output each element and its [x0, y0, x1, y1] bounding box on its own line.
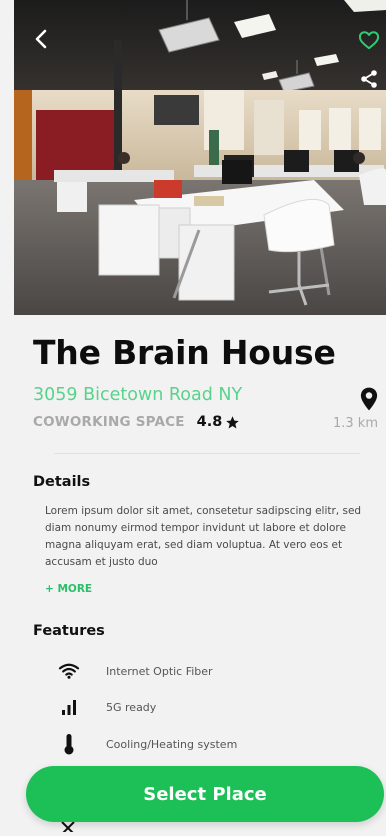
- place-meta: COWORKING SPACE 4.8: [33, 414, 240, 430]
- favorite-button[interactable]: [357, 28, 381, 52]
- chevron-left-icon: [35, 29, 47, 49]
- star-icon: [225, 415, 240, 430]
- place-distance: 1.3 km: [333, 416, 378, 431]
- more-link[interactable]: + MORE: [45, 583, 92, 595]
- divider: [54, 453, 360, 454]
- feature-item: Internet Optic Fiber: [56, 659, 213, 683]
- heart-icon: [358, 31, 380, 50]
- office-photo: [14, 0, 386, 315]
- place-rating: 4.8: [196, 414, 223, 430]
- share-icon: [361, 70, 377, 88]
- details-text: Lorem ipsum dolor sit amet, consetetur s…: [45, 505, 362, 568]
- select-place-button[interactable]: Select Place: [26, 766, 384, 822]
- place-address: 3059 Bicetown Road NY: [33, 385, 243, 405]
- place-category: COWORKING SPACE: [33, 414, 185, 430]
- feature-label: Cooling/Heating system: [106, 737, 238, 751]
- features-heading: Features: [33, 623, 105, 639]
- place-title: The Brain House: [33, 333, 336, 372]
- share-button[interactable]: [358, 68, 380, 90]
- feature-item: 5G ready: [56, 695, 156, 719]
- signal-bars-icon: [56, 695, 82, 719]
- feature-label: Internet Optic Fiber: [106, 664, 213, 678]
- hero-photo: [14, 0, 386, 315]
- feature-item: Cooling/Heating system: [56, 732, 237, 756]
- details-heading: Details: [33, 474, 91, 490]
- thermometer-icon: [56, 732, 82, 756]
- wifi-icon: [56, 659, 82, 683]
- location-pin-icon[interactable]: [356, 386, 382, 412]
- feature-label: 5G ready: [106, 700, 157, 714]
- back-button[interactable]: [30, 28, 52, 50]
